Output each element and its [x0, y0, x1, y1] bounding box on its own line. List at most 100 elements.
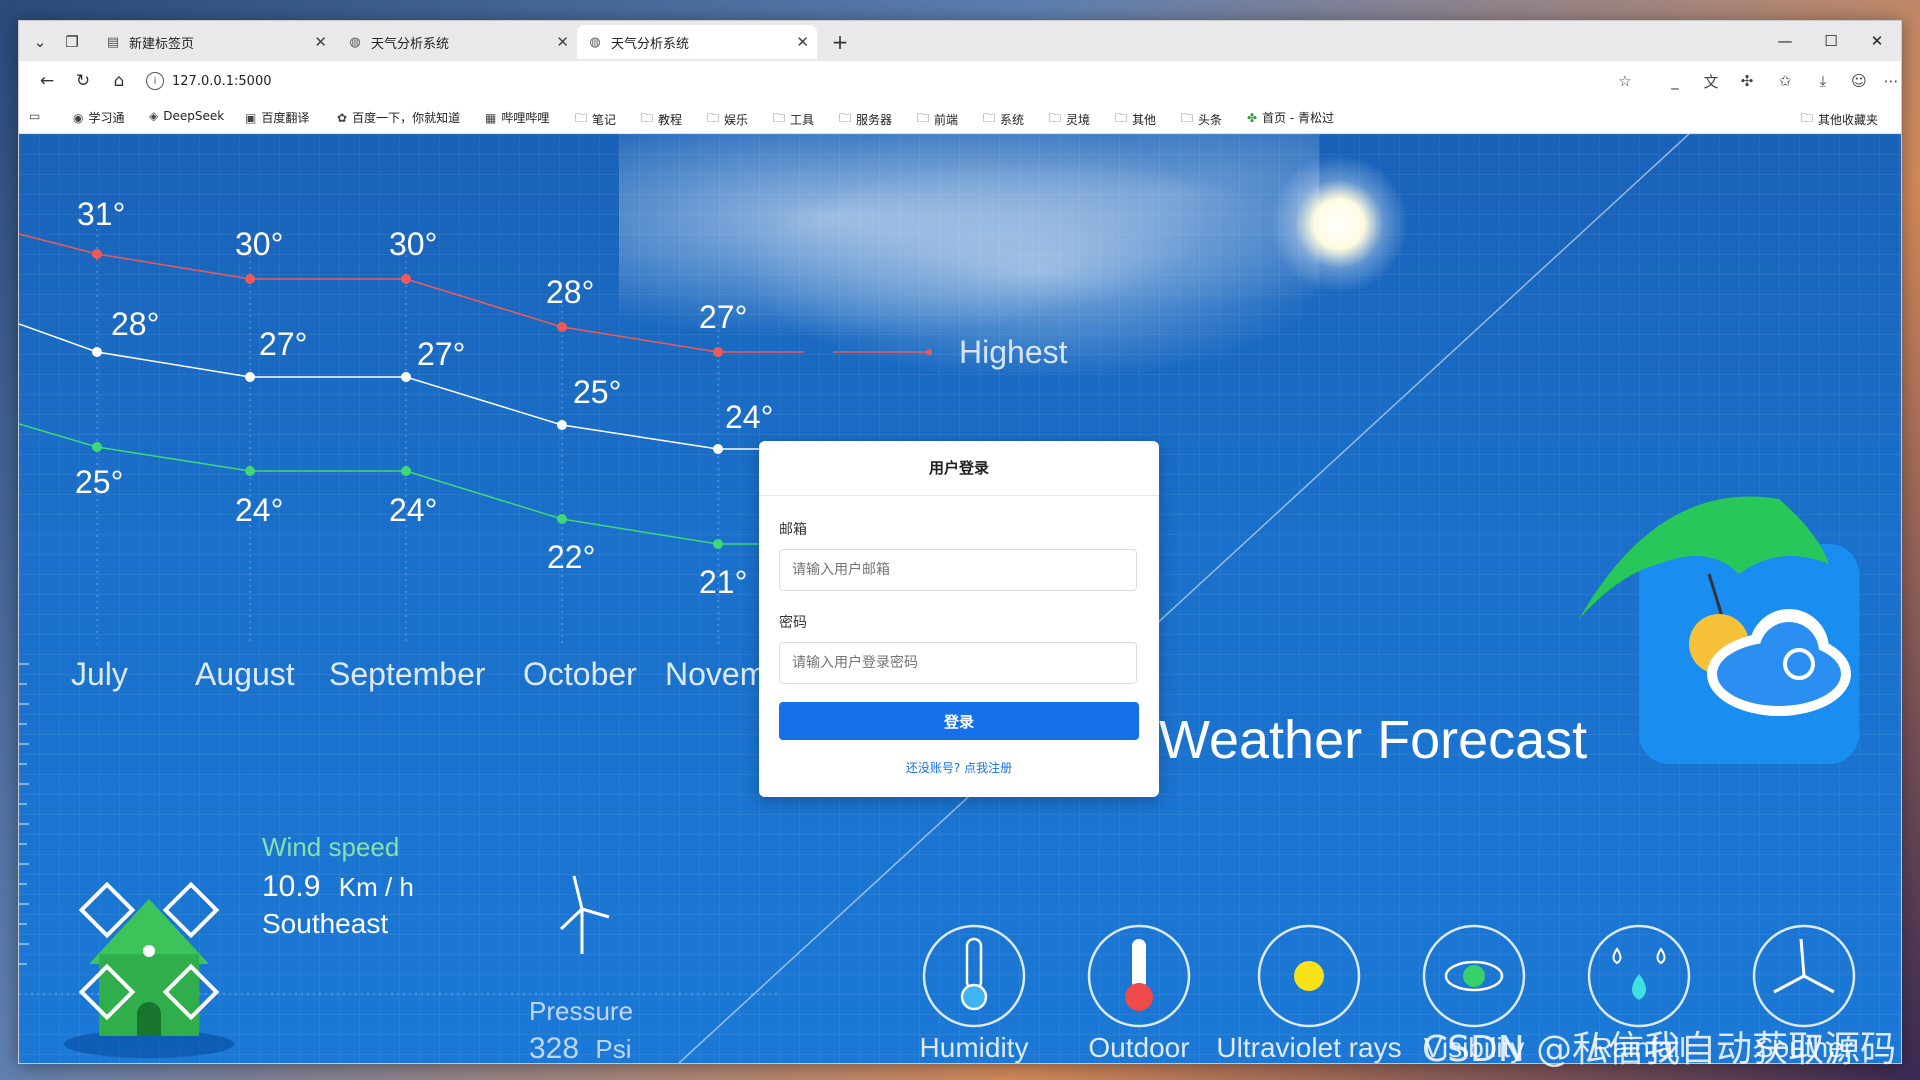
- site-info-icon[interactable]: i: [146, 72, 164, 90]
- url-text: 127.0.0.1:5000: [172, 73, 272, 89]
- tab-weather-1[interactable]: ◍ 天气分析系统 ✕: [337, 25, 577, 59]
- bookmark-folder-other[interactable]: 🗀 其他收藏夹: [1801, 109, 1878, 130]
- low-temp-point: [92, 442, 102, 452]
- bookmark-folder[interactable]: 🗀 系统: [983, 109, 1024, 130]
- mid-temp-point: [92, 347, 102, 357]
- more-icon[interactable]: ⋯: [1881, 68, 1901, 94]
- minus-icon[interactable]: _: [1661, 68, 1689, 94]
- bookmark-item[interactable]: ✤ 首页 - 青松过: [1247, 109, 1334, 126]
- address-bar: ← ↻ ⌂ i 127.0.0.1:5000 ☆ _ 文 ✣ ✩ ⤓ ☺ ⋯: [19, 61, 1901, 101]
- bookmark-item[interactable]: ▣ 百度翻译: [245, 109, 309, 126]
- wind-speed-unit: Km / h: [338, 872, 414, 902]
- home-icon[interactable]: ⌂: [105, 68, 133, 94]
- bookmark-label: 哔哩哔哩: [501, 111, 550, 125]
- bookmark-folder[interactable]: 🗀 灵境: [1049, 109, 1090, 130]
- mid-temp-label: 27°: [417, 336, 466, 372]
- bookmark-label: 头条: [1198, 113, 1223, 127]
- close-icon[interactable]: ✕: [314, 33, 327, 51]
- favorites-icon[interactable]: ✩: [1771, 68, 1799, 94]
- weather-forecast-title: Weather Forecast: [1159, 710, 1588, 770]
- high-temp-point: [401, 274, 411, 284]
- folder-icon: 🗀: [1181, 111, 1194, 125]
- minimize-icon[interactable]: —: [1763, 27, 1807, 55]
- refresh-icon[interactable]: ↻: [69, 68, 97, 94]
- bookmark-label: 百度翻译: [261, 111, 310, 125]
- bookmark-folder[interactable]: 🗀 娱乐: [707, 109, 748, 130]
- translate-icon[interactable]: 文: [1697, 68, 1725, 94]
- site-icon: ▣: [245, 110, 257, 125]
- site-icon: ◉: [73, 110, 84, 125]
- tab-label: 天气分析系统: [611, 36, 690, 52]
- legend-highest-label: Highest: [959, 334, 1068, 370]
- password-field[interactable]: [779, 642, 1137, 684]
- tab-list-icon[interactable]: ⌄: [27, 29, 53, 55]
- outdoor-label: Outdoor: [1088, 1032, 1190, 1063]
- collections-icon[interactable]: ❐: [59, 29, 85, 55]
- bookmark-folder[interactable]: 🗀 教程: [641, 109, 682, 130]
- bookmark-folder[interactable]: 🗀 服务器: [839, 109, 892, 130]
- site-icon: ◈: [149, 109, 159, 123]
- mid-temp-point: [245, 372, 255, 382]
- bookmark-item[interactable]: ◉ 学习通: [73, 109, 125, 126]
- high-temp-label: 27°: [699, 299, 748, 335]
- bookmark-folder[interactable]: 🗀 其他: [1115, 109, 1156, 130]
- bookmark-item[interactable]: ◈ DeepSeek: [149, 109, 224, 123]
- bookmark-folder[interactable]: 🗀 笔记: [575, 109, 616, 130]
- tab-new-tab[interactable]: ▤ 新建标签页 ✕: [95, 25, 335, 59]
- bookmark-item[interactable]: ✿ 百度一下，你就知道: [337, 109, 460, 126]
- bookmark-label: 其他: [1132, 113, 1157, 127]
- download-icon[interactable]: ⤓: [1809, 68, 1837, 94]
- pressure-unit: Psi: [595, 1034, 632, 1063]
- url-field[interactable]: i 127.0.0.1:5000: [134, 67, 1644, 95]
- profile-icon[interactable]: ☺: [1845, 68, 1873, 94]
- back-icon[interactable]: ←: [33, 68, 61, 94]
- bookmark-folder[interactable]: 🗀 头条: [1181, 109, 1222, 130]
- folder-icon: 🗀: [773, 111, 786, 125]
- pressure-label: Pressure: [529, 996, 634, 1026]
- mid-temp-point: [713, 444, 723, 454]
- bookmark-item[interactable]: ▦ 哔哩哔哩: [485, 109, 549, 126]
- bookmark-label: 教程: [658, 113, 683, 127]
- windmill-icon: [64, 881, 234, 1058]
- wind-speed-value: 10.9 Km / h: [262, 870, 414, 904]
- csdn-watermark: CSDN @私信我自动获取源码: [1422, 1029, 1897, 1070]
- folder-icon: 🗀: [1115, 111, 1128, 125]
- month-label: Novem: [665, 656, 767, 692]
- login-button[interactable]: 登录: [779, 702, 1139, 740]
- bookmark-label: 工具: [790, 113, 815, 127]
- new-tab-plus-icon[interactable]: +: [827, 29, 853, 55]
- bookmark-label: DeepSeek: [163, 109, 225, 123]
- bookmark-label: 百度一下，你就知道: [352, 111, 461, 125]
- mid-temp-label: 28°: [111, 306, 160, 342]
- ultraviolet-label: Ultraviolet rays: [1216, 1032, 1402, 1063]
- bookmark-folder[interactable]: 🗀 工具: [773, 109, 814, 130]
- mid-temp-label: 25°: [573, 374, 622, 410]
- sidebar-toggle-icon[interactable]: ▭: [29, 109, 45, 123]
- register-link[interactable]: 还没账号? 点我注册: [759, 759, 1159, 776]
- bookmark-label: 其他收藏夹: [1818, 113, 1879, 127]
- bookmark-folder[interactable]: 🗀 前端: [917, 109, 958, 130]
- extensions-icon[interactable]: ✣: [1733, 68, 1761, 94]
- window-close-icon[interactable]: ✕: [1855, 27, 1899, 55]
- low-temp-point: [245, 466, 255, 476]
- high-temp-point: [713, 347, 723, 357]
- weather-page: 31° 30° 30° 28° 27° 28° 27° 27° 25° 24° …: [19, 134, 1901, 1063]
- high-temp-label: 28°: [546, 274, 595, 310]
- low-temp-label: 24°: [389, 492, 438, 528]
- mid-temp-point: [401, 372, 411, 382]
- bookmark-label: 娱乐: [724, 113, 749, 127]
- pressure-number: 328: [529, 1032, 580, 1063]
- password-label: 密码: [779, 615, 807, 631]
- tab-weather-2[interactable]: ◍ 天气分析系统 ✕: [577, 25, 817, 59]
- email-field[interactable]: [779, 549, 1137, 591]
- low-temp-label: 24°: [235, 492, 284, 528]
- bookmark-label: 笔记: [592, 113, 617, 127]
- globe-icon: ◍: [349, 34, 361, 50]
- maximize-icon[interactable]: ☐: [1809, 27, 1853, 55]
- site-icon: ▦: [485, 110, 497, 125]
- close-icon[interactable]: ✕: [796, 33, 809, 51]
- wind-speed-number: 10.9: [262, 870, 321, 903]
- legend-dot: [926, 349, 932, 355]
- close-icon[interactable]: ✕: [556, 33, 569, 51]
- favorite-star-icon[interactable]: ☆: [1611, 68, 1639, 94]
